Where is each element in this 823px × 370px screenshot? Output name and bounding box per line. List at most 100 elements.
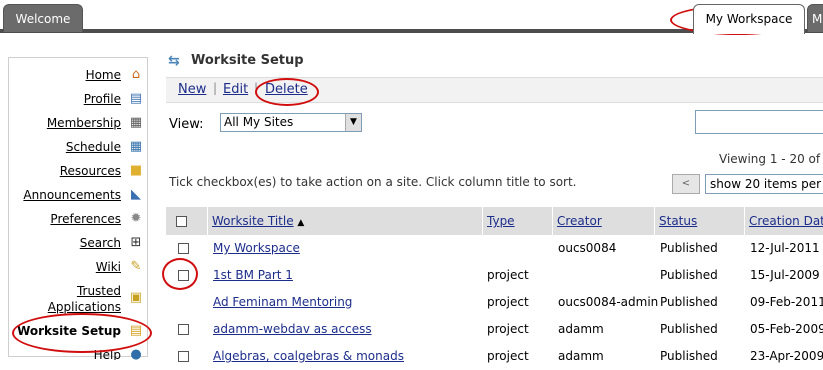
tab-my-workspace[interactable]: My Workspace	[693, 4, 805, 34]
site-title-cell: My Workspace	[213, 235, 300, 262]
type-cell: project	[487, 349, 529, 363]
nav-item-label[interactable]: Trusted	[77, 284, 121, 298]
page-title: Worksite Setup	[191, 53, 304, 68]
site-title-link[interactable]: My Workspace	[213, 241, 300, 255]
nav-item-membership[interactable]: Membership ▦	[9, 114, 147, 134]
view-select[interactable]: All My Sites ▼	[220, 113, 362, 132]
table-row: My Workspace oucs0084 Published 12-Jul-2…	[166, 235, 823, 262]
tool-menu: Home ⌂ Profile ▤ Membership ▦ Schedule ▦…	[8, 57, 148, 360]
row-checkbox[interactable]	[178, 270, 189, 281]
site-title-cell: 1st BM Part 1	[213, 262, 293, 289]
announcements-icon: ◣	[131, 187, 141, 202]
nav-item-label[interactable]: Announcements	[23, 188, 121, 202]
search-input[interactable]	[695, 110, 823, 134]
site-title-cell: Algebras, coalgebras & monads	[213, 343, 404, 370]
nav-item-help[interactable]: Help ●	[9, 346, 147, 360]
new-link[interactable]: New	[178, 82, 206, 97]
creator-cell: oucs0084	[558, 241, 617, 255]
nav-item-worksite-setup[interactable]: Worksite Setup ▤	[9, 322, 147, 342]
schedule-icon: ▦	[129, 139, 143, 154]
main-content: ⇆ Worksite Setup New | Edit | Delete Vie…	[166, 48, 823, 364]
nav-item-label[interactable]: Help	[94, 348, 121, 360]
status-cell: Published	[660, 322, 718, 336]
page-size-select[interactable]: show 20 items per pa	[705, 174, 823, 194]
nav-item-label[interactable]: Profile	[84, 92, 121, 106]
type-cell: project	[487, 268, 529, 282]
membership-icon: ▦	[129, 115, 143, 130]
nav-item-resources[interactable]: Resources ■	[9, 162, 147, 182]
toolbar-separator: |	[254, 81, 259, 95]
edit-link[interactable]: Edit	[223, 82, 248, 97]
nav-item-label[interactable]: Preferences	[50, 212, 121, 226]
worksite-setup-icon: ▤	[129, 323, 143, 338]
created-cell: 23-Apr-2009	[750, 349, 823, 363]
site-title-link[interactable]: Ad Feminam Mentoring	[213, 295, 352, 309]
header-type[interactable]: Type	[483, 207, 553, 235]
profile-icon: ▤	[129, 91, 143, 106]
created-cell: 15-Jul-2009	[750, 268, 820, 282]
sort-type-link[interactable]: Type	[487, 214, 515, 228]
refresh-icon[interactable]: ⇆	[168, 53, 180, 69]
sort-status-link[interactable]: Status	[659, 214, 697, 228]
nav-item-preferences[interactable]: Preferences ✹	[9, 210, 147, 230]
nav-item-home[interactable]: Home ⌂	[9, 66, 147, 86]
row-checkbox[interactable]	[178, 243, 189, 254]
status-cell: Published	[660, 241, 718, 255]
type-cell: project	[487, 295, 529, 309]
created-cell: 05-Feb-2009	[750, 322, 823, 336]
select-all-checkbox[interactable]	[176, 216, 187, 227]
nav-item-label[interactable]: Resources	[60, 164, 121, 178]
sort-ascending-icon: ▲	[297, 218, 305, 228]
created-cell: 12-Jul-2011	[750, 241, 820, 255]
header-worksite-title[interactable]: Worksite Title ▲	[208, 207, 483, 235]
nav-item-wiki[interactable]: Wiki ✎	[9, 258, 147, 278]
table-row: Algebras, coalgebras & monads project ad…	[166, 343, 823, 370]
nav-item-profile[interactable]: Profile ▤	[9, 90, 147, 110]
status-cell: Published	[660, 268, 718, 282]
site-title-cell: Ad Feminam Mentoring	[213, 289, 352, 316]
home-icon: ⌂	[131, 67, 141, 82]
nav-item-label[interactable]: Wiki	[96, 260, 121, 274]
header-creation-date[interactable]: Creation Dat	[745, 207, 823, 235]
nav-item-label[interactable]: Membership	[47, 116, 121, 130]
header-status[interactable]: Status	[655, 207, 745, 235]
nav-item-label[interactable]: Worksite Setup	[17, 324, 121, 338]
row-checkbox-cell	[178, 316, 189, 343]
sort-created-link[interactable]: Creation Dat	[749, 214, 823, 228]
site-title-link[interactable]: adamm-webdav as access	[213, 322, 372, 336]
type-cell: project	[487, 322, 529, 336]
viewing-count: Viewing 1 - 20 of 18	[719, 152, 823, 166]
site-title-link[interactable]: Algebras, coalgebras & monads	[213, 349, 404, 363]
folder-icon: ■	[129, 163, 143, 178]
row-checkbox[interactable]	[178, 324, 189, 335]
nav-item-label[interactable]: Search	[80, 236, 121, 250]
creator-cell: oucs0084-admin	[558, 295, 659, 309]
tab-welcome[interactable]: Welcome	[3, 4, 83, 32]
site-title-cell: adamm-webdav as access	[213, 316, 372, 343]
nav-item-label-line2[interactable]: Applications	[48, 300, 121, 314]
tab-more[interactable]: M	[807, 4, 823, 32]
nav-item-label[interactable]: Home	[86, 68, 121, 82]
nav-item-label[interactable]: Schedule	[66, 140, 121, 154]
sort-title-link[interactable]: Worksite Title	[212, 214, 294, 228]
toolbar-separator: |	[213, 81, 218, 95]
delete-link[interactable]: Delete	[265, 82, 308, 97]
binoculars-icon: ⊞	[130, 235, 142, 250]
row-checkbox-cell	[178, 343, 189, 370]
nav-item-trusted-applications[interactable]: Trusted Applications ▣	[9, 282, 147, 316]
row-checkbox[interactable]	[178, 351, 189, 362]
sort-creator-link[interactable]: Creator	[557, 214, 602, 228]
status-cell: Published	[660, 295, 718, 309]
header-creator[interactable]: Creator	[553, 207, 655, 235]
site-title-link[interactable]: 1st BM Part 1	[213, 268, 293, 282]
nav-item-schedule[interactable]: Schedule ▦	[9, 138, 147, 158]
nav-item-announcements[interactable]: Announcements ◣	[9, 186, 147, 206]
previous-page-button[interactable]: <	[672, 174, 700, 194]
status-cell: Published	[660, 349, 718, 363]
row-checkbox-cell	[178, 235, 189, 262]
instructions-text: Tick checkbox(es) to take action on a si…	[169, 175, 577, 189]
created-cell: 09-Feb-2011	[750, 295, 823, 309]
nav-item-search[interactable]: Search ⊞	[9, 234, 147, 254]
gear-icon: ✹	[130, 211, 142, 226]
chevron-down-icon[interactable]: ▼	[345, 114, 361, 131]
